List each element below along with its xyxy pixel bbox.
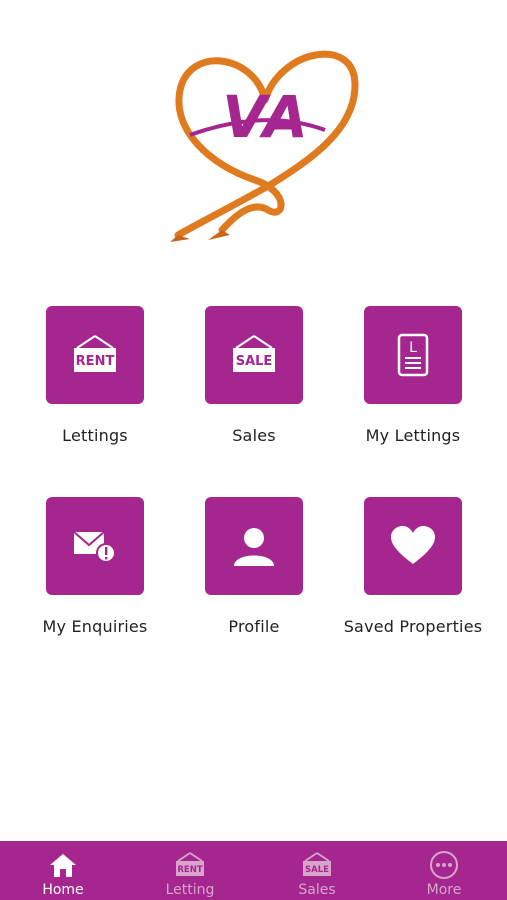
profile-label: Profile <box>228 617 280 636</box>
my-enquiries-label: My Enquiries <box>42 617 148 636</box>
nav-home-label: Home <box>42 882 84 898</box>
nav-letting-label: Letting <box>165 882 215 898</box>
heart-icon <box>391 526 435 564</box>
svg-text:SALE: SALE <box>236 354 273 369</box>
bottom-navbar: Home RENT Letting SALE Sales More <box>0 841 507 900</box>
nav-letting[interactable]: RENT Letting <box>127 841 253 900</box>
my-lettings-tile[interactable]: L <box>364 306 462 404</box>
mail-alert-icon <box>73 531 116 563</box>
nav-sales-label: Sales <box>298 882 336 898</box>
svg-text:SALE: SALE <box>305 865 329 875</box>
nav-sales[interactable]: SALE Sales <box>254 841 380 900</box>
logo-text: VA <box>222 83 308 151</box>
home-icon <box>50 854 76 877</box>
saved-properties-label: Saved Properties <box>343 617 483 636</box>
user-icon <box>234 528 274 566</box>
my-enquiries-tile[interactable] <box>46 497 144 595</box>
svg-text:RENT: RENT <box>76 354 115 369</box>
rent-sign-icon: RENT <box>74 335 116 372</box>
svg-text:L: L <box>409 340 417 356</box>
nav-more-label: More <box>426 882 462 898</box>
nav-more[interactable]: More <box>381 841 507 900</box>
more-icon <box>430 851 458 879</box>
nav-home[interactable]: Home <box>0 841 126 900</box>
saved-properties-tile[interactable] <box>364 497 462 595</box>
rent-sign-icon: RENT <box>176 852 204 876</box>
document-icon: L <box>397 333 429 377</box>
app-logo: VA <box>160 30 370 245</box>
lettings-tile[interactable]: RENT <box>46 306 144 404</box>
heart-ribbon-logo: VA <box>170 50 359 242</box>
sale-sign-icon: SALE <box>303 852 331 876</box>
my-lettings-label: My Lettings <box>365 426 461 445</box>
profile-tile[interactable] <box>205 497 303 595</box>
svg-text:RENT: RENT <box>177 865 202 875</box>
sales-label: Sales <box>232 426 276 445</box>
sales-tile[interactable]: SALE <box>205 306 303 404</box>
lettings-label: Lettings <box>62 426 128 445</box>
sale-sign-icon: SALE <box>233 335 275 372</box>
